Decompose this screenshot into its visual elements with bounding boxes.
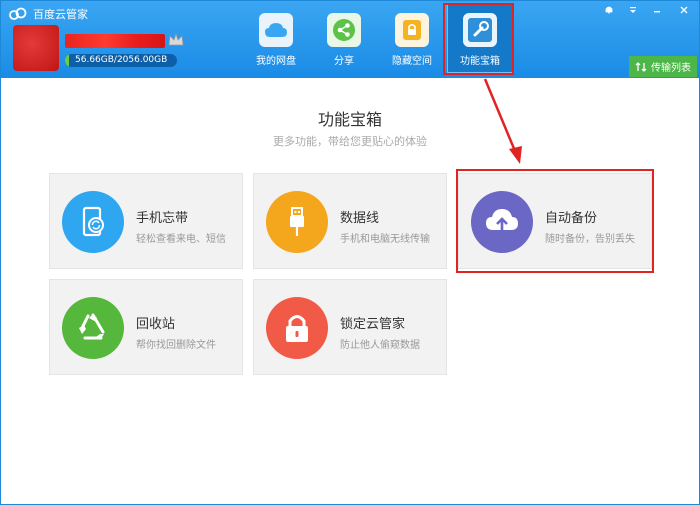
menu-arrow-icon (630, 7, 636, 13)
app-title: 百度云管家 (33, 8, 88, 21)
close-button[interactable] (669, 1, 699, 19)
app-title-bar: 百度云管家 (9, 5, 88, 23)
card-icon-circle (62, 191, 124, 253)
transfer-icon (635, 61, 647, 72)
transfer-list-button[interactable]: 传输列表 (629, 56, 697, 77)
transfer-label: 传输列表 (651, 63, 691, 74)
nav-share[interactable]: 分享 (311, 3, 377, 73)
storage-fill (65, 54, 70, 67)
card-data-cable[interactable]: 数据线 手机和电脑无线传输 (253, 173, 447, 269)
storage-bar: 56.66GB/2056.00GB (65, 54, 177, 67)
lock-icon (403, 20, 421, 40)
menu-button[interactable] (621, 1, 645, 19)
nav-label: 分享 (334, 56, 354, 67)
header-bar: 百度云管家 56.66GB/2056.00GB 我的网盘 分享 隐藏空间 功能宝… (1, 1, 699, 78)
nav-my-disk[interactable]: 我的网盘 (243, 3, 309, 73)
nav-icon-bg (327, 13, 361, 47)
recycle-icon (79, 313, 105, 340)
nav-hidden-space[interactable]: 隐藏空间 (379, 3, 445, 73)
username-redacted (65, 34, 165, 48)
page-title: 功能宝箱 (317, 110, 382, 129)
close-icon (680, 6, 688, 14)
storage-text: 56.66GB/2056.00GB (75, 55, 168, 65)
card-icon-circle (266, 191, 328, 253)
card-desc: 轻松查看来电、短信 (136, 234, 226, 245)
card-icon-circle (62, 297, 124, 359)
cloud-icon (265, 23, 287, 37)
card-title: 数据线 (340, 211, 380, 226)
app-window: 百度云管家 56.66GB/2056.00GB 我的网盘 分享 隐藏空间 功能宝… (0, 0, 700, 505)
card-recycle-bin[interactable]: 回收站 帮你找回删除文件 (49, 279, 243, 375)
card-desc: 防止他人偷窥数据 (340, 340, 420, 351)
padlock-icon (286, 315, 308, 342)
avatar[interactable] (13, 25, 59, 71)
phone-sync-icon (82, 206, 104, 237)
minimize-icon (654, 11, 660, 13)
card-title: 回收站 (136, 317, 176, 332)
minimize-button[interactable] (645, 1, 669, 19)
nav-icon-bg (395, 13, 429, 47)
nav-highlight-box (443, 3, 514, 75)
card-desc: 帮你找回删除文件 (136, 340, 216, 351)
baidu-cloud-logo-icon (9, 7, 27, 20)
card-title: 手机忘带 (136, 211, 189, 226)
nav-label: 隐藏空间 (392, 56, 432, 67)
usb-icon (290, 207, 304, 236)
card-phone-forgot[interactable]: 手机忘带 轻松查看来电、短信 (49, 173, 243, 269)
page-subtitle: 更多功能，带给您更贴心的体验 (273, 135, 427, 148)
card-title: 锁定云管家 (340, 317, 406, 332)
card-desc: 手机和电脑无线传输 (340, 234, 430, 245)
card-highlight-box (456, 169, 654, 273)
nav-icon-bg (259, 13, 293, 47)
card-icon-circle (266, 297, 328, 359)
card-lock-manager[interactable]: 锁定云管家 防止他人偷窥数据 (253, 279, 447, 375)
nav-label: 我的网盘 (256, 56, 296, 67)
notification-button[interactable] (597, 1, 621, 19)
bell-icon (605, 6, 613, 14)
vip-crown-icon[interactable] (167, 32, 185, 48)
window-controls (597, 1, 699, 19)
share-icon (333, 19, 355, 41)
